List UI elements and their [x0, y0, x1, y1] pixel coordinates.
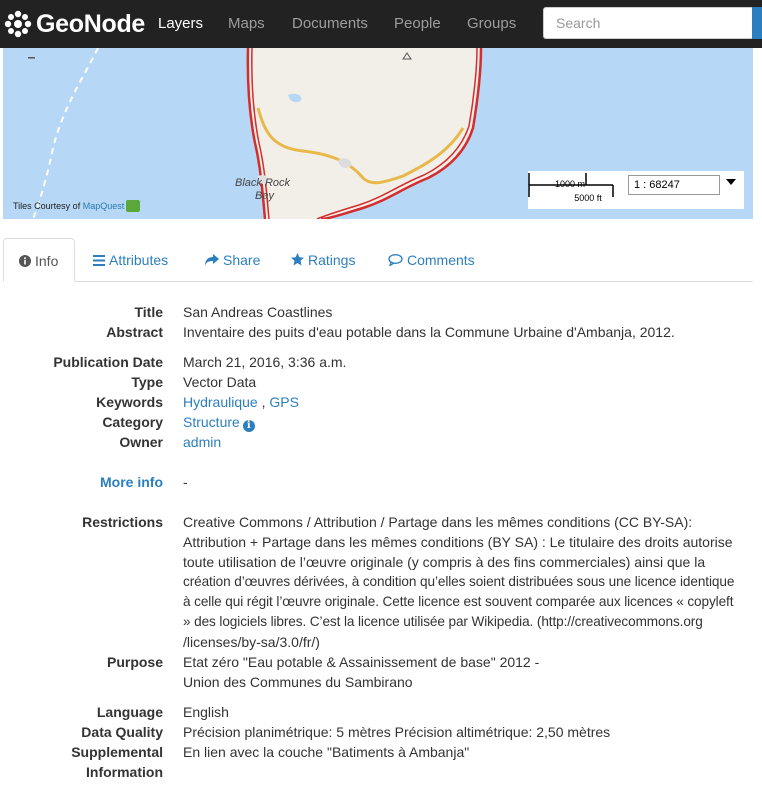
- chevron-down-icon[interactable]: [726, 179, 736, 185]
- purpose-value: Etat zéro "Eau potable & Assainissement …: [183, 652, 758, 692]
- nav-item-maps[interactable]: Maps: [228, 0, 265, 48]
- tab-share-label: Share: [223, 252, 261, 268]
- detail-row-keywords: Keywords Hydraulique , GPS: [0, 392, 762, 412]
- keyword-link[interactable]: Hydraulique: [183, 394, 258, 410]
- type-label: Type: [131, 374, 163, 390]
- detail-row-type: Type Vector Data: [0, 372, 762, 392]
- category-link[interactable]: Structure: [183, 414, 240, 430]
- tab-ratings[interactable]: Ratings: [291, 238, 355, 281]
- language-value: English: [183, 704, 229, 720]
- restrictions-label: Restrictions: [82, 514, 163, 530]
- map-attribution: Tiles Courtesy of MapQuest: [13, 200, 141, 212]
- restrictions-line: création d’œuvres dérivées, à condition …: [183, 574, 735, 589]
- nav-item-layers[interactable]: Layers: [158, 0, 203, 48]
- detail-tabs: Info Attributes Share Ratings Comments: [3, 238, 753, 282]
- tab-info-label: Info: [35, 253, 59, 269]
- geonode-logo-icon: [4, 10, 32, 38]
- detail-row-abstract: Abstract Inventaire des puits d'eau pota…: [0, 322, 762, 342]
- more-info-link[interactable]: More info: [100, 472, 163, 492]
- map-place-label-line2: Bay: [255, 190, 274, 202]
- restrictions-value: Creative Commons / Attribution / Partage…: [183, 512, 758, 652]
- supplemental-label: Supplemental Information: [71, 742, 163, 782]
- mapquest-link[interactable]: MapQuest: [83, 201, 125, 211]
- map-viewer[interactable]: Black Rock Bay Tiles Courtesy of MapQues…: [3, 48, 753, 219]
- search-input[interactable]: [543, 7, 753, 39]
- restrictions-line: Creative Commons / Attribution / Partage…: [183, 514, 693, 530]
- tab-attributes-label: Attributes: [109, 252, 169, 268]
- keyword-separator: ,: [257, 394, 270, 410]
- detail-row-supplemental: Supplemental Information En lien avec la…: [0, 742, 762, 780]
- scale-control: 1000 m 5000 ft 1 : 68247: [528, 171, 744, 209]
- purpose-line: Union des Communes du Sambirano: [183, 674, 413, 690]
- star-icon: [291, 239, 304, 283]
- list-icon: [93, 239, 105, 283]
- nav-item-groups[interactable]: Groups: [467, 0, 516, 48]
- publication-date-label: Publication Date: [53, 354, 163, 370]
- comment-icon: [388, 239, 403, 283]
- restrictions-line: toute utilisation de l’œuvre originale (…: [183, 554, 706, 570]
- tab-comments-label: Comments: [407, 252, 475, 268]
- brand-logo[interactable]: GeoNode: [4, 8, 145, 40]
- title-label: Title: [134, 304, 163, 320]
- search-button[interactable]: [752, 7, 762, 39]
- detail-row-restrictions: Restrictions Creative Commons / Attribut…: [0, 512, 762, 650]
- nav-item-people[interactable]: People: [394, 0, 441, 48]
- data-quality-value: Précision planimétrique: 5 mètres Précis…: [183, 724, 611, 740]
- map-place-label: Black Rock Bay: [235, 177, 290, 203]
- keywords-label: Keywords: [96, 394, 163, 410]
- abstract-value: Inventaire des puits d'eau potable dans …: [183, 324, 675, 340]
- detail-row-data-quality: Data Quality Précision planimétrique: 5 …: [0, 722, 762, 742]
- detail-row-title: Title San Andreas Coastlines: [0, 302, 762, 322]
- supplemental-label-line1: Supplemental: [71, 744, 163, 760]
- category-label: Category: [102, 414, 163, 430]
- more-info-value: -: [183, 474, 188, 490]
- tab-comments[interactable]: Comments: [388, 238, 475, 281]
- brand-name: GeoNode: [36, 9, 146, 38]
- abstract-label: Abstract: [106, 324, 163, 340]
- restrictions-line: /licenses/by-sa/3.0/fr/): [183, 634, 320, 650]
- title-value: San Andreas Coastlines: [183, 304, 333, 320]
- restrictions-line: Attribution + Partage dans les mêmes con…: [183, 534, 733, 550]
- publication-date-value: March 21, 2016, 3:36 a.m.: [183, 354, 347, 370]
- tab-info[interactable]: Info: [3, 238, 75, 282]
- tab-ratings-label: Ratings: [308, 252, 356, 268]
- info-icon[interactable]: i: [242, 420, 255, 432]
- supplemental-label-line2: Information: [86, 764, 163, 780]
- scale-metric-label: 1000 m: [554, 179, 586, 189]
- detail-row-more-info: More info -: [0, 472, 762, 492]
- tab-attributes[interactable]: Attributes: [93, 238, 168, 281]
- detail-row-publication-date: Publication Date March 21, 2016, 3:36 a.…: [0, 352, 762, 372]
- type-value: Vector Data: [183, 374, 257, 390]
- info-circle-icon: [19, 240, 31, 284]
- tab-share[interactable]: Share: [205, 238, 260, 281]
- restrictions-line: » des logiciels libres. C’est la licence…: [183, 614, 703, 629]
- detail-row-category: Category Structure i: [0, 412, 762, 432]
- navbar: GeoNode Layers Maps Documents People Gro…: [0, 0, 762, 48]
- restrictions-line: à celle qui régit l’œuvre originale. Cet…: [183, 594, 734, 609]
- owner-value: admin: [183, 432, 758, 452]
- scale-ratio-select[interactable]: 1 : 68247: [628, 175, 720, 195]
- supplemental-value: En lien avec la couche "Batiments à Amba…: [183, 744, 470, 760]
- detail-row-language: Language English: [0, 702, 762, 722]
- detail-row-purpose: Purpose Etat zéro "Eau potable & Assaini…: [0, 652, 762, 690]
- purpose-line: Etat zéro "Eau potable & Assainissement …: [183, 654, 540, 670]
- detail-row-owner: Owner admin: [0, 432, 762, 452]
- category-value: Structure i: [183, 412, 758, 432]
- scale-imperial-label: 5000 ft: [574, 193, 602, 203]
- mapquest-logo-icon: [126, 200, 141, 212]
- purpose-label: Purpose: [106, 654, 163, 670]
- share-icon: [205, 239, 219, 283]
- attribution-prefix: Tiles Courtesy of: [13, 201, 81, 211]
- keyword-link[interactable]: GPS: [269, 394, 299, 410]
- language-label: Language: [96, 704, 163, 720]
- map-place-label-line1: Black Rock: [235, 177, 291, 189]
- nav-item-documents[interactable]: Documents: [292, 0, 368, 48]
- data-quality-label: Data Quality: [81, 724, 163, 740]
- owner-link[interactable]: admin: [183, 434, 221, 450]
- keywords-value: Hydraulique , GPS: [183, 392, 758, 412]
- owner-label: Owner: [119, 434, 163, 450]
